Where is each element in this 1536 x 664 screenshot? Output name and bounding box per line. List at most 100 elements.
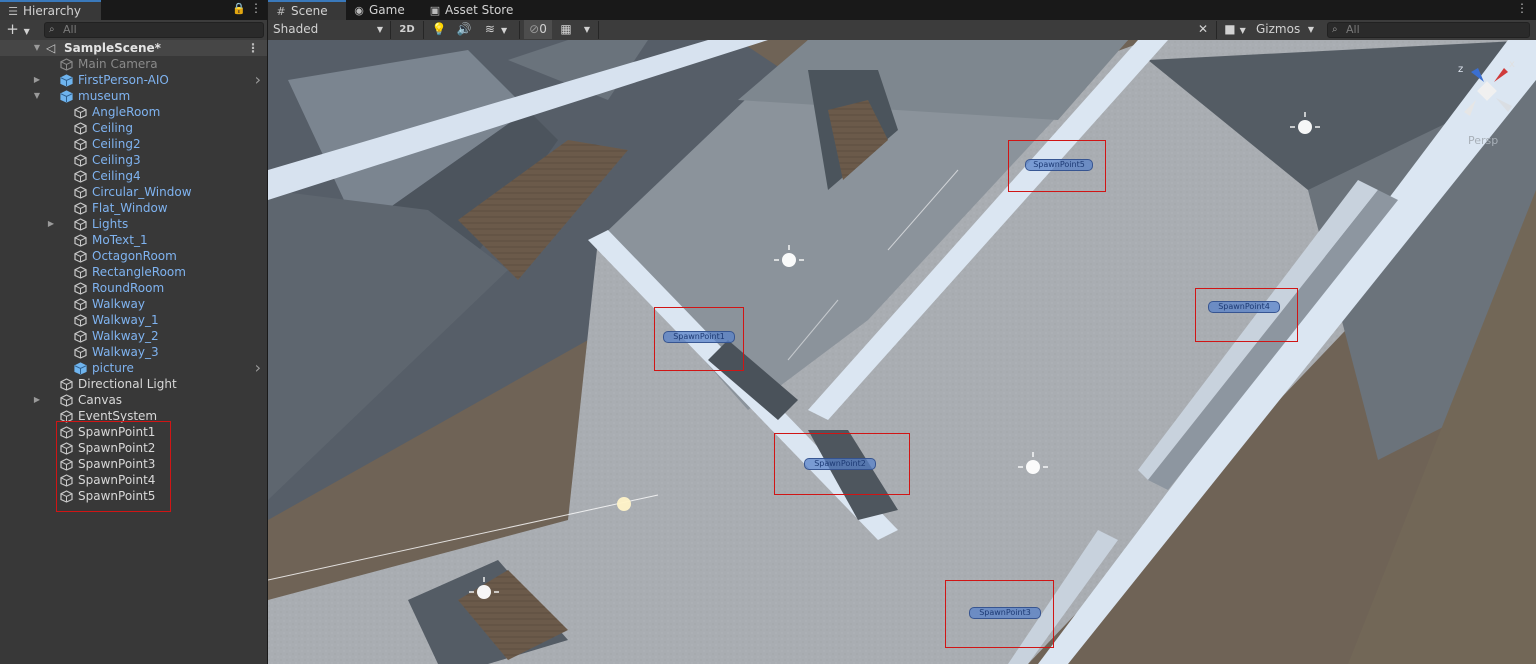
hierarchy-item[interactable]: ▶ Canvas [0,392,267,408]
search-icon: ⌕ [49,24,55,35]
hierarchy-item[interactable]: Walkway_2 [0,328,267,344]
hierarchy-item[interactable]: RoundRoom [0,280,267,296]
cube-icon [74,298,87,311]
spawn-point-2-label[interactable]: SpawnPoint2 [804,458,876,470]
collapsed-arrow-icon[interactable]: ▶ [32,392,42,408]
hierarchy-spawn-highlight-box [56,421,171,512]
hierarchy-item[interactable]: OctagonRoom [0,248,267,264]
hierarchy-item[interactable]: Ceiling2 [0,136,267,152]
hierarchy-item-label: picture [92,361,134,375]
more-options-icon[interactable]: ⋮ [250,1,262,15]
cube-icon [74,186,87,199]
hierarchy-item[interactable]: ▶ Lights [0,216,267,232]
audio-toggle-icon[interactable]: 🔊 [455,20,473,39]
toolbar-separator [519,21,520,39]
projection-label[interactable]: Persp [1468,134,1498,147]
hierarchy-item[interactable]: Main Camera [0,56,267,72]
lighting-toggle-icon[interactable]: 💡 [430,20,448,39]
hierarchy-item[interactable]: ▼ museum [0,88,267,104]
cube-icon [60,58,73,71]
hierarchy-item[interactable]: Walkway_1 [0,312,267,328]
collapsed-arrow-icon[interactable]: ▶ [32,72,42,88]
hierarchy-item[interactable]: Circular_Window [0,184,267,200]
toolbar-separator [390,21,391,39]
tab-scene[interactable]: # Scene [268,0,346,20]
camera-dropdown-icon[interactable]: ■ ▼ [1220,20,1250,39]
effects-dropdown-icon[interactable]: ≋ ▼ [481,20,511,39]
hierarchy-item[interactable]: ▶ FirstPerson-AIO › [0,72,267,88]
hierarchy-item[interactable]: Flat_Window [0,200,267,216]
tab-game[interactable]: ◉ Game [352,0,422,20]
cube-icon [74,234,87,247]
hierarchy-item-label: Walkway_1 [92,313,159,327]
cube-icon [74,122,87,135]
chevron-right-icon[interactable]: › [255,360,261,376]
hierarchy-search-input[interactable]: ⌕ All [44,22,264,38]
dropdown-caret-icon: ▼ [1239,26,1246,35]
cube-icon [74,106,87,119]
create-dropdown-button[interactable]: + ▼ [4,20,32,39]
cube-icon [60,394,73,407]
gizmos-dropdown[interactable]: Gizmos ▼ [1252,20,1318,39]
hierarchy-item[interactable]: Ceiling4 [0,168,267,184]
scene-root-row[interactable]: ▼ ◁ SampleScene* ⋮ [0,40,267,56]
toolbar-separator [1216,21,1217,39]
prefab-icon [74,362,87,375]
cube-icon [74,170,87,183]
dropdown-caret-icon: ▼ [23,27,30,36]
expanded-arrow-icon[interactable]: ▼ [32,40,42,56]
2d-toggle-button[interactable]: 2D [396,20,418,39]
grid-toggle-icon[interactable]: ▦ [557,20,575,39]
tools-icon[interactable]: ✕ [1194,20,1212,39]
expanded-arrow-icon[interactable]: ▼ [32,88,42,104]
cube-icon [74,250,87,263]
spawn-point-5-label[interactable]: SpawnPoint5 [1025,159,1093,171]
gamepad-icon: ◉ [354,4,364,17]
hierarchy-item-label: Ceiling2 [92,137,141,151]
hierarchy-item[interactable]: AngleRoom [0,104,267,120]
scene-render [268,40,1536,664]
hierarchy-item-label: Ceiling [92,121,133,135]
hierarchy-item-label: Main Camera [78,57,158,71]
spawn-point-3-label[interactable]: SpawnPoint3 [969,607,1041,619]
tab-asset-store[interactable]: ▣ Asset Store [428,0,528,20]
spawn-point-1-label[interactable]: SpawnPoint1 [663,331,735,343]
hierarchy-item[interactable]: MoText_1 [0,232,267,248]
scene-options-icon[interactable]: ⋮ [247,40,259,56]
toolbar-separator [423,21,424,39]
lock-icon[interactable]: 🔒 [232,2,246,15]
hierarchy-item[interactable]: Ceiling3 [0,152,267,168]
hierarchy-item-label: Ceiling4 [92,169,141,183]
hierarchy-item-label: Walkway_2 [92,329,159,343]
hierarchy-item-label: Walkway [92,297,146,311]
hierarchy-item-label: AngleRoom [92,105,161,119]
grid-icon: # [276,5,286,18]
hierarchy-item[interactable]: Walkway [0,296,267,312]
chevron-right-icon[interactable]: › [255,72,261,88]
hierarchy-item[interactable]: Directional Light [0,376,267,392]
collapsed-arrow-icon[interactable]: ▶ [46,216,56,232]
hierarchy-item-label: RectangleRoom [92,265,186,279]
toolbar-separator [598,21,599,39]
dropdown-caret-icon: ▼ [376,25,383,34]
scene-viewport[interactable]: Persp z x SpawnPoint5 SpawnPoint1 SpawnP… [268,40,1536,664]
hierarchy-item-label: Ceiling3 [92,153,141,167]
tab-hierarchy[interactable]: ☰ Hierarchy [0,0,101,20]
axis-x-label[interactable]: x [1509,59,1515,70]
hierarchy-item[interactable]: RectangleRoom [0,264,267,280]
prefab-icon [60,74,73,87]
spawn-highlight-box [1195,288,1298,342]
grid-dropdown-icon[interactable]: ▼ [580,20,594,39]
spawn-point-4-label[interactable]: SpawnPoint4 [1208,301,1280,313]
more-options-icon[interactable]: ⋮ [1516,1,1528,15]
hierarchy-item-label: OctagonRoom [92,249,177,263]
scene-search-input[interactable]: ⌕ All [1327,22,1530,38]
hidden-objects-toggle[interactable]: ⊘0 [524,20,552,39]
hierarchy-item[interactable]: picture › [0,360,267,376]
axis-z-label[interactable]: z [1458,64,1463,75]
shading-mode-dropdown[interactable]: Shaded ▼ [269,20,387,39]
cube-icon [74,346,87,359]
hierarchy-item[interactable]: Walkway_3 [0,344,267,360]
hierarchy-item[interactable]: Ceiling [0,120,267,136]
cube-icon [74,282,87,295]
